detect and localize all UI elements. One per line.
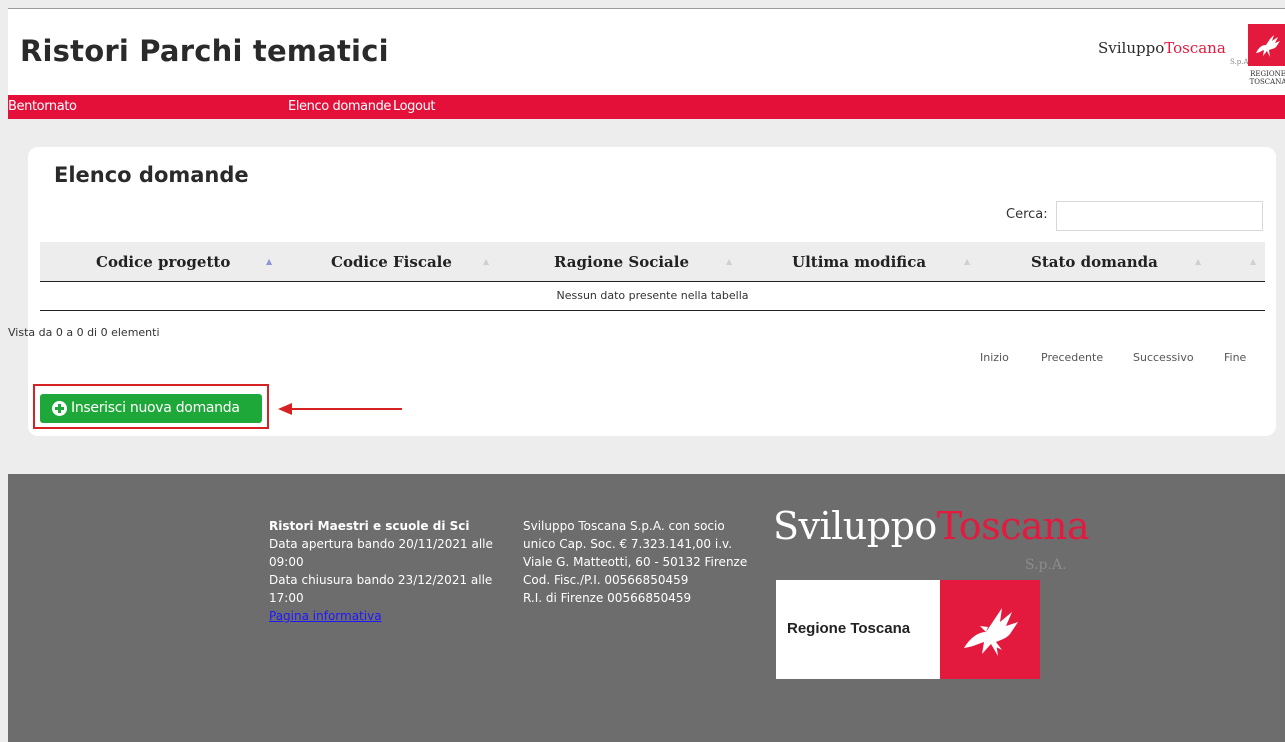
sviluppo-toscana-logo: SviluppoToscana [1098,39,1226,57]
footer-bando-info: Ristori Maestri e scuole di Sci Data ape… [269,517,493,625]
footer-company-line: unico Cap. Soc. € 7.323.141,00 i.v. [523,537,733,551]
search-label: Cerca: [1006,207,1048,222]
column-codice-fiscale[interactable]: Codice Fiscale [331,242,452,282]
nav-bentornato[interactable]: Bentornato [8,99,77,114]
sort-icon[interactable]: ▲ [483,242,489,282]
sort-icon[interactable]: ▲ [726,242,732,282]
applications-table: Codice progetto ▲ Codice Fiscale ▲ Ragio… [40,242,1265,311]
footer-company-line: R.I. di Firenze 00566850459 [523,591,692,605]
regione-toscana-logo: REGIONE TOSCANA [1248,24,1285,94]
logo-text-sviluppo: Sviluppo [1098,39,1165,57]
pegasus-icon [1248,24,1285,66]
footer-logo-toscana: Toscana [936,504,1090,548]
table-header: Codice progetto ▲ Codice Fiscale ▲ Ragio… [40,242,1265,282]
footer-company-line: Cod. Fisc./P.I. 00566850459 [523,573,689,587]
pagination-previous[interactable]: Precedente [1041,351,1103,364]
pagination-last[interactable]: Fine [1224,351,1246,364]
insert-button-label: Inserisci nuova domanda [71,400,240,416]
page-footer: Ristori Maestri e scuole di Sci Data ape… [8,474,1285,742]
footer-company-line: Viale G. Matteotti, 60 - 50132 Firenze [523,555,748,569]
footer-bando-line: Data chiusura bando 23/12/2021 alle [269,573,493,587]
page-header: Ristori Parchi tematici SviluppoToscana … [8,9,1285,95]
footer-sviluppo-toscana-logo: SviluppoToscana [773,504,1090,548]
app-title: Ristori Parchi tematici [20,34,389,68]
footer-bando-line: 17:00 [269,591,304,605]
footer-company-line: Sviluppo Toscana S.p.A. con socio [523,519,725,533]
region-line-2: TOSCANA [1249,78,1285,86]
region-line-1: REGIONE [1250,70,1285,78]
pagination-next[interactable]: Successivo [1133,351,1194,364]
column-ultima-modifica[interactable]: Ultima modifica [792,242,926,282]
footer-regione-toscana-logo: Regione Toscana [776,580,1040,679]
plus-circle-icon [52,401,67,416]
annotation-arrow-icon [278,403,402,415]
column-codice-progetto[interactable]: Codice progetto [96,242,230,282]
sort-icon[interactable]: ▲ [1250,242,1256,282]
pagination-first[interactable]: Inizio [980,351,1009,364]
sort-ascending-icon[interactable]: ▲ [266,242,272,282]
table-empty-row: Nessun dato presente nella tabella [40,282,1265,311]
logo-text-toscana: Toscana [1164,39,1226,57]
sort-icon[interactable]: ▲ [1195,242,1201,282]
main-navbar: Bentornato Elenco domande Logout [8,95,1285,119]
nav-logout[interactable]: Logout [393,99,436,114]
footer-logo-sviluppo: Sviluppo [773,504,937,548]
footer-logo-suffix: S.p.A. [1025,557,1067,573]
nav-elenco-domande[interactable]: Elenco domande [288,99,391,114]
footer-bando-line: Data apertura bando 20/11/2021 alle [269,537,493,551]
info-page-link[interactable]: Pagina informativa [269,607,493,625]
search-input[interactable] [1056,201,1263,231]
table-info: Vista da 0 a 0 di 0 elementi [8,326,160,339]
sort-icon[interactable]: ▲ [964,242,970,282]
insert-application-button[interactable]: Inserisci nuova domanda [40,394,262,423]
footer-bando-line: 09:00 [269,555,304,569]
footer-bando-title: Ristori Maestri e scuole di Sci [269,519,470,533]
region-label: Regione Toscana [787,620,911,637]
footer-company-info: Sviluppo Toscana S.p.A. con socio unico … [523,517,747,607]
column-stato-domanda[interactable]: Stato domanda [1031,242,1158,282]
column-ragione-sociale[interactable]: Ragione Sociale [554,242,689,282]
page-title: Elenco domande [54,163,249,187]
pegasus-icon [940,580,1040,679]
